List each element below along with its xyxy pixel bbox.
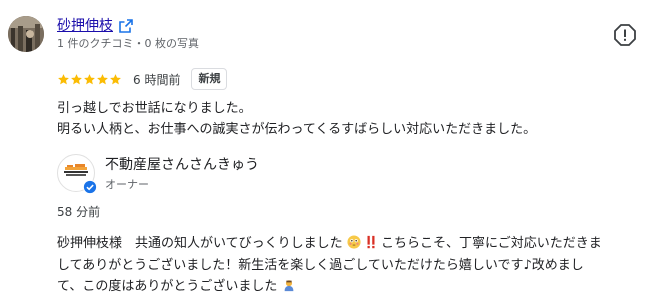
review-text-line: 明るい人柄と、お仕事への誠実さが伝わってくるすばらしい対応いただきました。: [57, 122, 537, 137]
flushed-face-emoji-icon: [347, 235, 361, 249]
verified-check-icon: [83, 180, 97, 194]
star-icon: [110, 73, 121, 84]
reply-line3: て、この度はありがとうございました: [57, 279, 278, 294]
reply-line1-post: こちらこそ、丁寧にご対応いただきま: [381, 236, 602, 251]
new-badge: 新規: [191, 68, 228, 90]
review-text: 引っ越しでお世話になりました。 明るい人柄と、お仕事への誠実さが伝わってくるすば…: [57, 98, 657, 140]
reply-text-line: してありがとうございました！新生活を楽しく過ごしていただけたら嬉しいです♪改めま…: [57, 257, 584, 273]
reviewer-meta: 1 件のクチコミ・0 枚の写真: [57, 37, 199, 50]
reply-time: 58 分前: [57, 205, 101, 219]
owner-reply-text: 砂押伸枝様 共通の知人がいてびっくりしました こちらこそ、丁寧にご対応いただきま…: [57, 233, 657, 298]
reviewer-name-row: 砂押伸枝: [57, 16, 133, 36]
owner-logo: [57, 154, 97, 194]
star-icon: [84, 73, 95, 84]
reviewer-name-link[interactable]: 砂押伸枝: [57, 16, 113, 36]
star-icon: [97, 73, 108, 84]
star-rating: [57, 73, 122, 86]
report-icon[interactable]: [614, 24, 636, 46]
review-card: 砂押伸枝 1 件のクチコミ・0 枚の写真 6 時間前 新規 引っ越しでお世話にな…: [0, 0, 669, 304]
review-time: 6 時間前: [133, 72, 181, 87]
star-icon: [58, 73, 69, 84]
double-exclamation-icon: [367, 235, 375, 249]
avatar-photo: [8, 16, 44, 52]
review-text-line: 引っ越しでお世話になりました。: [57, 101, 252, 116]
owner-role: オーナー: [105, 178, 149, 191]
rating-row: 6 時間前 新規: [57, 67, 228, 91]
star-icon: [71, 73, 82, 84]
reply-line1-pre: 砂押伸枝様 共通の知人がいてびっくりしました: [57, 236, 343, 251]
reviewer-avatar[interactable]: [8, 16, 44, 52]
reply-text-line: 砂押伸枝様 共通の知人がいてびっくりしました こちらこそ、丁寧にご対応いただきま: [57, 233, 657, 255]
external-link-icon[interactable]: [119, 19, 133, 33]
owner-name: 不動産屋さんさんきゅう: [105, 157, 259, 173]
reply-text-line: て、この度はありがとうございました: [57, 276, 657, 298]
bowing-person-emoji-icon: [284, 280, 293, 292]
